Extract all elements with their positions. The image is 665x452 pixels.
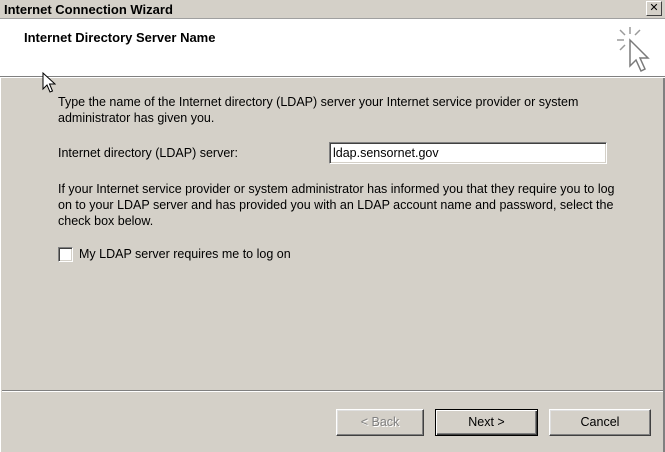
back-button[interactable]: < Back [336,409,424,436]
cancel-button[interactable]: Cancel [549,409,651,436]
logon-info-text: If your Internet service provider or sys… [58,182,615,228]
page-title: Internet Directory Server Name [24,30,216,45]
wizard-cursor-sparkle-icon [617,27,650,73]
intro-text: Type the name of the Internet directory … [58,95,579,125]
title-bar: Internet Connection Wizard ✕ [0,0,665,19]
ldap-logon-checkbox[interactable] [58,247,73,262]
close-icon: ✕ [649,2,659,14]
ldap-server-label: Internet directory (LDAP) server: [58,146,238,160]
next-button[interactable]: Next > [435,409,538,436]
ldap-logon-checkbox-label[interactable]: My LDAP server requires me to log on [79,247,291,261]
window-title: Internet Connection Wizard [4,2,173,17]
footer-separator [2,390,663,392]
window-frame-left [0,19,1,452]
close-button[interactable]: ✕ [646,1,662,16]
mouse-cursor-icon [42,72,56,93]
wizard-header: Internet Directory Server Name [0,19,665,78]
ldap-server-input[interactable] [329,142,607,164]
